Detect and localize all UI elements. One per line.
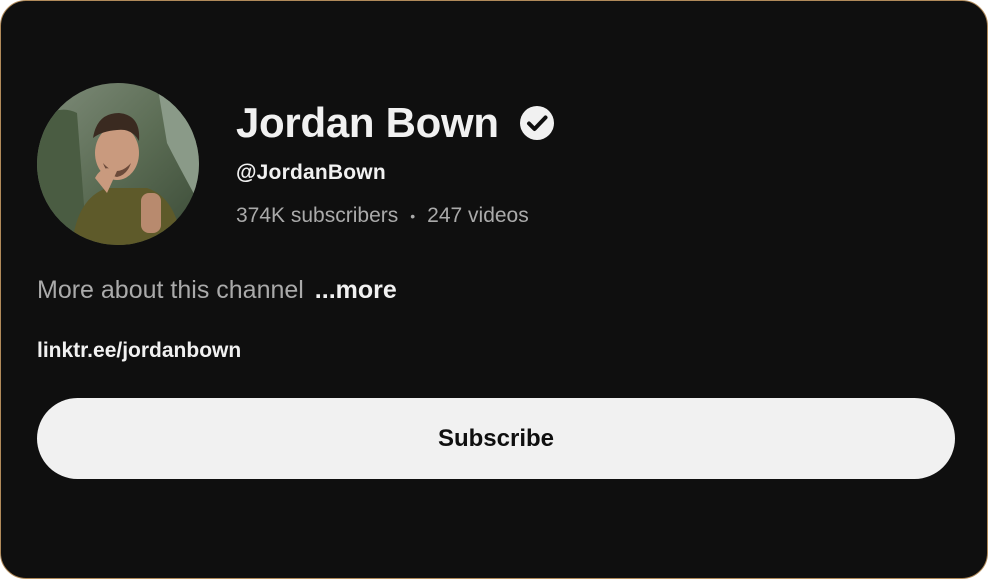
channel-name-row: Jordan Bown: [236, 99, 555, 147]
channel-about[interactable]: More about this channel ...more: [37, 276, 397, 305]
stats-separator: •: [410, 208, 416, 224]
channel-external-link[interactable]: linktr.ee/jordanbown: [37, 339, 241, 363]
more-link[interactable]: ...more: [315, 276, 397, 304]
channel-name: Jordan Bown: [236, 99, 499, 146]
channel-avatar[interactable]: [37, 83, 199, 245]
video-count: 247 videos: [427, 204, 529, 227]
channel-stats: 374K subscribers • 247 videos: [236, 204, 529, 228]
subscriber-count: 374K subscribers: [236, 204, 399, 227]
avatar-image: [37, 83, 199, 245]
subscribe-button[interactable]: Subscribe: [37, 398, 955, 479]
about-text: More about this channel: [37, 276, 304, 304]
channel-card: Jordan Bown @JordanBown 374K subscribers…: [0, 0, 988, 579]
verified-check-icon: [519, 105, 555, 141]
channel-handle: @JordanBown: [236, 161, 386, 184]
